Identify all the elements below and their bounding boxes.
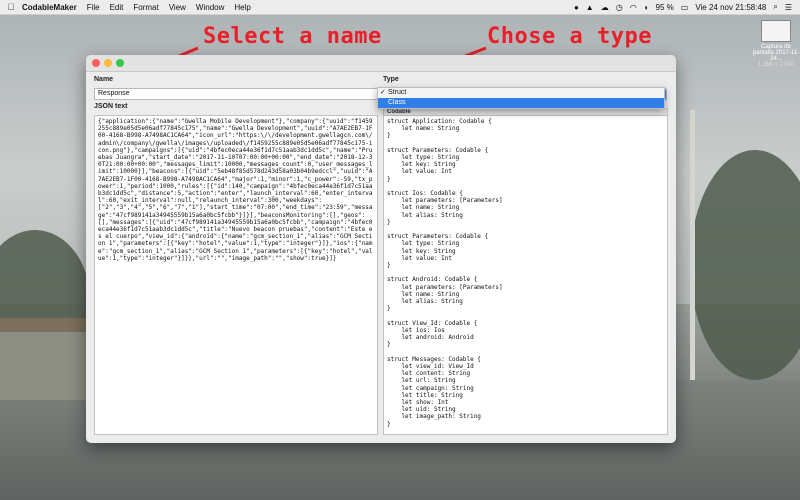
- codable-output-area[interactable]: struct Application: Codable { let name: …: [383, 115, 668, 435]
- annotation-select-name: Select a name: [203, 24, 382, 49]
- menu-view[interactable]: View: [169, 3, 186, 12]
- status-cloud-icon[interactable]: ☁: [601, 3, 609, 12]
- desktop-file-size: 1.366 × 2.500: [757, 62, 795, 68]
- volume-icon[interactable]: ◖: [644, 3, 649, 12]
- notification-center-icon[interactable]: ☰: [785, 3, 792, 12]
- clock[interactable]: Vie 24 nov 21:58:48: [695, 3, 766, 12]
- apple-icon[interactable]: : [0, 2, 22, 12]
- window-zoom-button[interactable]: [116, 59, 124, 67]
- checkmark-icon: ✓: [380, 89, 386, 96]
- status-circle-icon[interactable]: ●: [574, 3, 579, 12]
- window-titlebar[interactable]: [86, 55, 676, 72]
- codable-label: Codable: [383, 108, 668, 115]
- menu-window[interactable]: Window: [196, 3, 224, 12]
- type-option-label: Class: [388, 99, 406, 106]
- file-thumbnail-icon: [761, 20, 791, 42]
- window-minimize-button[interactable]: [104, 59, 112, 67]
- annotation-chose-type: Chose a type: [487, 24, 652, 49]
- battery-icon[interactable]: ▭: [681, 3, 689, 12]
- json-text-area[interactable]: {"application":{"name":"Gwella Mobile De…: [94, 115, 378, 435]
- desktop-building: [0, 318, 94, 400]
- name-input[interactable]: Response: [94, 88, 384, 100]
- menu-help[interactable]: Help: [234, 3, 250, 12]
- type-option-struct[interactable]: ✓ Struct: [378, 88, 664, 98]
- wifi-icon[interactable]: ◠: [630, 3, 637, 12]
- menu-edit[interactable]: Edit: [110, 3, 124, 12]
- type-dropdown-menu: ✓ Struct Class: [377, 87, 665, 109]
- desktop-file-label: Captura de pantalla 2017-11-24...: [752, 44, 800, 62]
- menu-bar:  CodableMaker File Edit Format View Win…: [0, 0, 800, 15]
- json-text-label: JSON text: [94, 103, 128, 110]
- menu-app-name[interactable]: CodableMaker: [22, 3, 77, 12]
- status-clock-icon[interactable]: ◷: [616, 3, 623, 12]
- status-drive-icon[interactable]: ▲: [586, 3, 594, 12]
- menu-format[interactable]: Format: [133, 3, 158, 12]
- type-label: Type: [383, 76, 399, 83]
- battery-percent[interactable]: 95 %: [656, 3, 674, 12]
- desktop-screenshot-file[interactable]: Captura de pantalla 2017-11-24... 1.366 …: [752, 20, 800, 68]
- type-option-class[interactable]: Class: [378, 98, 664, 108]
- window-close-button[interactable]: [92, 59, 100, 67]
- spotlight-icon[interactable]: ⌕: [773, 2, 777, 12]
- name-label: Name: [94, 76, 114, 83]
- type-option-label: Struct: [388, 89, 407, 96]
- menu-file[interactable]: File: [87, 3, 100, 12]
- codablemaker-window: Name Type Response ⇕ JSON text Codable {…: [86, 55, 676, 443]
- desktop-pole: [690, 110, 695, 380]
